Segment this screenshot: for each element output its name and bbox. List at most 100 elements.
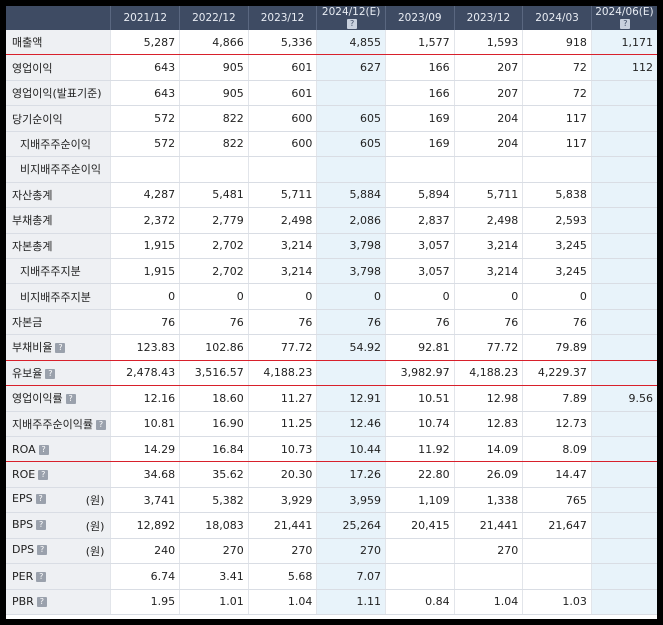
- value-cell: 9.56: [590, 385, 657, 412]
- help-icon[interactable]: ?: [347, 19, 358, 29]
- value-cell: 76: [384, 309, 455, 336]
- value-cell: 12.46: [316, 411, 386, 438]
- value-cell: 4,188.23: [247, 360, 317, 387]
- value-cell: 2,372: [110, 207, 180, 234]
- row-label-cell: 영업이익(발표기준): [6, 80, 111, 107]
- value-cell: 1,577: [384, 30, 455, 56]
- value-cell: 12.91: [316, 385, 386, 412]
- help-icon[interactable]: ?: [37, 544, 48, 555]
- help-icon[interactable]: ?: [36, 597, 47, 608]
- row-label-cell: PBR?: [6, 589, 111, 616]
- value-cell: 204: [453, 105, 523, 132]
- value-cell: 10.51: [384, 385, 455, 412]
- value-cell: 3,798: [316, 258, 386, 285]
- row-label: DPS: [12, 542, 35, 556]
- help-icon[interactable]: ?: [36, 571, 47, 582]
- value-cell: 1,109: [384, 487, 455, 514]
- value-cell: 0: [453, 283, 523, 310]
- help-icon[interactable]: ?: [620, 19, 631, 29]
- table-row: 영업이익률? 12.16 18.60 11.27 12.91 10.51 12.98 7.89…: [6, 385, 657, 412]
- help-icon[interactable]: ?: [65, 394, 76, 405]
- value-cell: 5,382: [179, 487, 249, 514]
- column-header: 2023/12: [453, 6, 523, 30]
- header-corner: [6, 6, 111, 30]
- value-cell: [179, 156, 249, 183]
- value-cell: 76: [179, 309, 249, 336]
- value-cell: 605: [316, 105, 386, 132]
- value-cell: 3,798: [316, 233, 386, 259]
- row-label-cell: 당기순이익: [6, 105, 111, 132]
- value-cell: [316, 80, 386, 107]
- table-row: 당기순이익 572 822 600 605 169 204 117: [6, 105, 657, 132]
- value-cell: 5,481: [179, 182, 249, 209]
- value-cell: 3.41: [179, 563, 249, 590]
- help-icon[interactable]: ?: [45, 368, 56, 379]
- value-cell: 76: [522, 309, 592, 336]
- table-row: ROE? 34.68 35.62 20.30 17.26 22.80 26.09 14.47: [6, 461, 657, 488]
- value-cell: [453, 563, 523, 590]
- value-cell: 3,929: [247, 487, 317, 514]
- value-cell: 123.83: [110, 334, 180, 361]
- value-cell: 270: [247, 538, 317, 565]
- value-cell: [590, 411, 657, 438]
- help-icon[interactable]: ?: [38, 444, 49, 455]
- value-cell: [453, 156, 523, 183]
- value-cell: 10.44: [316, 436, 386, 463]
- value-cell: [590, 233, 657, 259]
- value-cell: 79.89: [522, 334, 592, 361]
- value-cell: 600: [247, 105, 317, 132]
- value-cell: 17.26: [316, 461, 386, 488]
- value-cell: 905: [179, 80, 249, 107]
- value-cell: [590, 283, 657, 310]
- column-header: 2024/03: [522, 6, 592, 30]
- value-cell: 92.81: [384, 334, 455, 361]
- row-label: 지배주주지분: [20, 265, 81, 279]
- row-label-cell: 부채총계: [6, 207, 111, 234]
- value-cell: [384, 156, 455, 183]
- row-label: PER: [12, 569, 34, 583]
- column-header: 2022/12: [179, 6, 249, 30]
- row-label: 지배주주순이익률: [12, 417, 93, 431]
- value-cell: 4,855: [316, 30, 386, 56]
- value-cell: 0: [522, 283, 592, 310]
- help-icon[interactable]: ?: [38, 470, 49, 481]
- row-label-cell: 부채비율?: [6, 334, 111, 361]
- value-cell: 3,741: [110, 487, 180, 514]
- table-row: 비지배주주지분 0 0 0 0 0 0 0: [6, 283, 657, 310]
- table-row: 영업이익(발표기준) 643 905 601 166 207 72: [6, 80, 657, 107]
- value-cell: 11.92: [384, 436, 455, 463]
- table-row: EPS? (원) 3,741 5,382 3,929 3,959 1,109 1,338 765: [6, 487, 657, 514]
- value-cell: [590, 538, 657, 565]
- row-label: 자본총계: [12, 239, 53, 253]
- help-icon[interactable]: ?: [95, 419, 106, 430]
- value-cell: [522, 538, 592, 565]
- row-label: 부채비율: [12, 341, 53, 355]
- column-header-label: 2023/09: [397, 12, 442, 24]
- value-cell: 822: [179, 105, 249, 132]
- value-cell: [590, 80, 657, 107]
- value-cell: 765: [522, 487, 592, 514]
- row-label: 영업이익: [12, 61, 53, 75]
- value-cell: 12.98: [453, 385, 523, 412]
- table-row: ROA? 14.29 16.84 10.73 10.44 11.92 14.09 8.09: [6, 436, 657, 463]
- table-row: 자산총계 4,287 5,481 5,711 5,884 5,894 5,711 5,838: [6, 182, 657, 209]
- table-row: 영업이익 643 905 601 627 166 207 72 112: [6, 54, 657, 81]
- help-icon[interactable]: ?: [55, 343, 66, 354]
- value-cell: 2,498: [247, 207, 317, 234]
- value-cell: [384, 563, 455, 590]
- value-cell: 16.84: [179, 436, 249, 463]
- row-label-cell: 영업이익: [6, 54, 111, 81]
- value-cell: 72: [522, 54, 592, 81]
- value-cell: 5,894: [384, 182, 455, 209]
- value-cell: [110, 156, 180, 183]
- row-label-cell: 비지배주주지분: [6, 283, 111, 310]
- value-cell: 601: [247, 54, 317, 81]
- value-cell: 77.72: [453, 334, 523, 361]
- row-label-cell: 지배주주순이익: [6, 131, 111, 158]
- help-icon[interactable]: ?: [35, 494, 46, 505]
- value-cell: 4,866: [179, 30, 249, 56]
- financial-summary-panel: 2021/12 2022/12 2023/12 2024/12(E)? 2023/09 2…: [6, 6, 657, 619]
- help-icon[interactable]: ?: [36, 519, 47, 530]
- table-row: 비지배주주순이익: [6, 156, 657, 183]
- value-cell: [522, 156, 592, 183]
